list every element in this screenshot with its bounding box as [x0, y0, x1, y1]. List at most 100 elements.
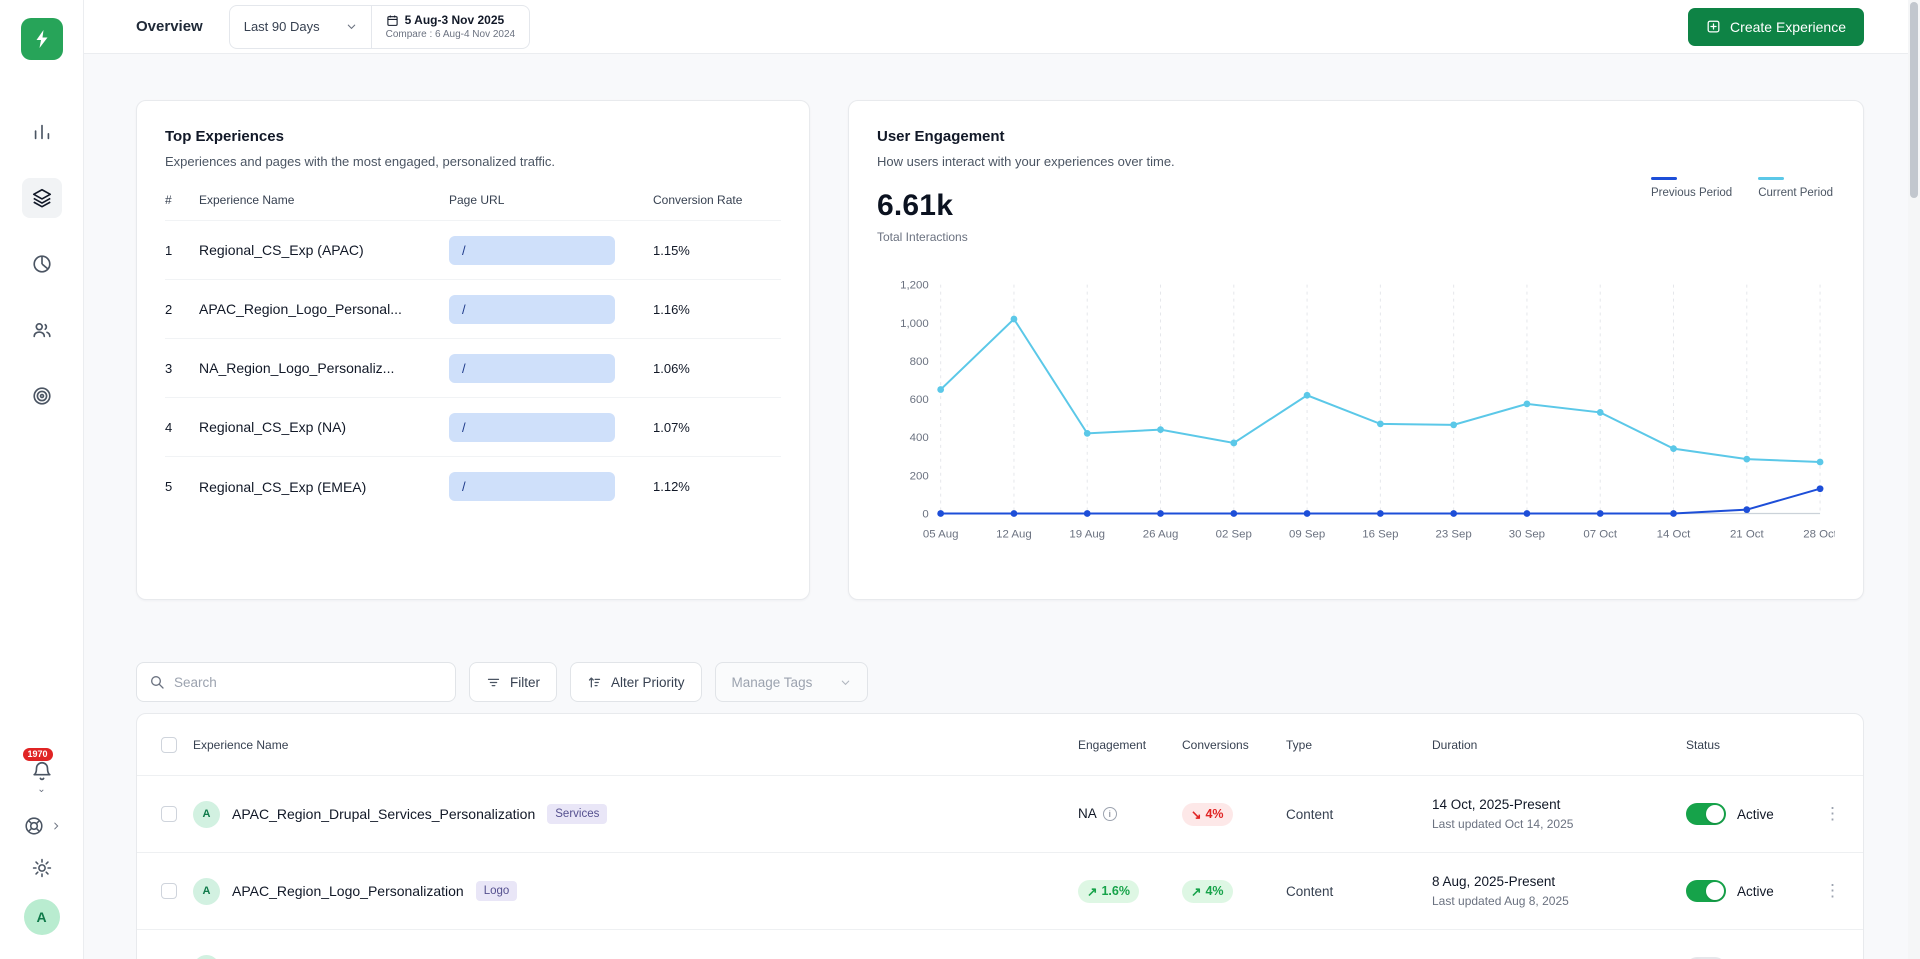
svg-text:09 Sep: 09 Sep [1289, 528, 1325, 540]
experience-name[interactable]: Regional_CS_Exp (EMEA) [199, 479, 449, 495]
date-compare-value: Compare : 6 Aug-4 Nov 2024 [386, 29, 516, 40]
engagement-line-chart: 05 Aug12 Aug19 Aug26 Aug02 Sep09 Sep16 S… [877, 270, 1835, 562]
experience-name[interactable]: APAC_Region_Logo_Personal... [199, 301, 449, 317]
sidebar: 1970 ⌄ A [0, 0, 84, 959]
experience-avatar: A [193, 878, 220, 905]
row-menu-button[interactable]: ⋮ [1816, 877, 1863, 905]
experiences-table-header: Experience Name Engagement Conversions T… [137, 714, 1863, 776]
sidebar-item-experiences[interactable] [22, 178, 62, 218]
manage-tags-dropdown[interactable]: Manage Tags [715, 662, 869, 702]
svg-text:19 Aug: 19 Aug [1069, 528, 1105, 540]
scrollbar-track[interactable] [1908, 0, 1920, 959]
experience-table-row[interactable]: AAPAC_Region_Drupal_Services_Personaliza… [137, 776, 1863, 853]
help-icon[interactable] [23, 815, 45, 837]
svg-text:21 Oct: 21 Oct [1730, 528, 1765, 540]
engagement-value: NA i [1078, 806, 1117, 821]
sort-priority-icon [587, 675, 602, 690]
sidebar-item-goals[interactable] [22, 376, 62, 416]
conversion-rate-value: 1.12% [653, 479, 781, 494]
experience-type: Content [1286, 884, 1432, 899]
layers-icon [31, 187, 53, 209]
row-checkbox[interactable] [161, 806, 177, 822]
sidebar-item-analytics[interactable] [22, 112, 62, 152]
app-logo[interactable] [21, 18, 63, 60]
users-icon [31, 319, 53, 341]
pie-chart-icon [31, 253, 53, 275]
experience-rank: 1 [165, 243, 199, 258]
settings-gear-icon[interactable] [31, 857, 53, 879]
user-avatar[interactable]: A [24, 899, 60, 935]
top-experience-row[interactable]: 2APAC_Region_Logo_Personal.../1.16% [165, 280, 781, 339]
notification-badge: 1970 [23, 748, 53, 761]
status-label: Active [1737, 807, 1774, 822]
user-engagement-title: User Engagement [877, 128, 1835, 145]
experience-name[interactable]: NA_Region_Logo_Personaliz... [199, 360, 449, 376]
trend-up-icon: ↗ [1191, 884, 1201, 899]
chart-legend: Previous PeriodCurrent Period [1651, 177, 1833, 199]
legend-item: Current Period [1758, 177, 1833, 199]
experience-table-row[interactable]: AAPAC_Region_Logo_PersonalizationLogo↗ 1… [137, 853, 1863, 930]
scrollbar-thumb[interactable] [1910, 2, 1918, 198]
experience-name[interactable]: Regional_CS_Exp (APAC) [199, 242, 449, 258]
top-experience-row[interactable]: 3NA_Region_Logo_Personaliz.../1.06% [165, 339, 781, 398]
experience-name[interactable]: APAC_Region_Drupal_Services_Personalizat… [232, 806, 535, 822]
experience-table-row[interactable]: ACAPAC_Region_Work CS_PersonalizationNA … [137, 930, 1863, 959]
page-url-pill[interactable]: / [449, 413, 615, 442]
page-url-pill[interactable]: / [449, 236, 615, 265]
row-menu-button[interactable]: ⋮ [1816, 954, 1863, 959]
column-rank: # [165, 193, 199, 207]
search-icon [149, 674, 165, 690]
status-toggle[interactable] [1686, 803, 1726, 825]
search-box[interactable] [136, 662, 456, 702]
page-url-pill[interactable]: / [449, 295, 615, 324]
date-range-picker[interactable]: 5 Aug-3 Nov 2025 Compare : 6 Aug-4 Nov 2… [372, 5, 531, 49]
date-range-preset-dropdown[interactable]: Last 90 Days [229, 5, 372, 49]
create-experience-label: Create Experience [1730, 19, 1846, 35]
conversions-pill-down: ↘ 4% [1182, 803, 1233, 826]
chevron-right-icon[interactable] [51, 821, 61, 831]
top-experiences-header-row: # Experience Name Page URL Conversion Ra… [165, 193, 781, 221]
trend-down-icon: ↘ [1191, 807, 1201, 822]
svg-text:02 Sep: 02 Sep [1216, 528, 1252, 540]
sidebar-item-audiences[interactable] [22, 310, 62, 350]
filter-icon [486, 675, 501, 690]
page-url-pill[interactable]: / [449, 354, 615, 383]
experience-name[interactable]: Regional_CS_Exp (NA) [199, 419, 449, 435]
sidebar-item-reports[interactable] [22, 244, 62, 284]
select-all-checkbox[interactable] [161, 737, 177, 753]
svg-text:200: 200 [910, 470, 929, 482]
status-toggle[interactable] [1686, 880, 1726, 902]
page-url-pill[interactable]: / [449, 472, 615, 501]
legend-label: Current Period [1758, 187, 1833, 199]
user-engagement-card: User Engagement How users interact with … [848, 100, 1864, 600]
target-icon [31, 385, 53, 407]
date-range-preset-label: Last 90 Days [244, 19, 320, 34]
svg-text:1,200: 1,200 [900, 280, 929, 292]
top-experiences-card: Top Experiences Experiences and pages wi… [136, 100, 810, 600]
experience-type: Content [1286, 807, 1432, 822]
filter-button[interactable]: Filter [469, 662, 557, 702]
alter-priority-button[interactable]: Alter Priority [570, 662, 702, 702]
create-experience-button[interactable]: Create Experience [1688, 8, 1864, 46]
calendar-icon [386, 14, 399, 27]
info-icon[interactable]: i [1103, 807, 1117, 821]
status-label: Active [1737, 884, 1774, 899]
legend-swatch [1758, 177, 1784, 180]
top-experience-row[interactable]: 4Regional_CS_Exp (NA)/1.07% [165, 398, 781, 457]
experience-name[interactable]: APAC_Region_Logo_Personalization [232, 883, 464, 899]
top-experience-row[interactable]: 1Regional_CS_Exp (APAC)/1.15% [165, 221, 781, 280]
row-checkbox[interactable] [161, 883, 177, 899]
date-range-value: 5 Aug-3 Nov 2025 [405, 13, 505, 27]
experience-duration: 8 Aug, 2025-Present [1432, 874, 1686, 889]
row-menu-button[interactable]: ⋮ [1816, 800, 1863, 828]
svg-text:12 Aug: 12 Aug [996, 528, 1032, 540]
top-experience-row[interactable]: 5Regional_CS_Exp (EMEA)/1.12% [165, 457, 781, 516]
svg-text:0: 0 [922, 508, 928, 520]
column-page-url: Page URL [449, 193, 653, 207]
bell-icon [31, 760, 53, 782]
experience-tag: Services [547, 804, 607, 824]
search-input[interactable] [174, 675, 443, 690]
svg-text:28 Oct: 28 Oct [1803, 528, 1835, 540]
notifications-button[interactable]: 1970 ⌄ [31, 760, 53, 795]
last-updated: Last updated Aug 8, 2025 [1432, 894, 1686, 908]
